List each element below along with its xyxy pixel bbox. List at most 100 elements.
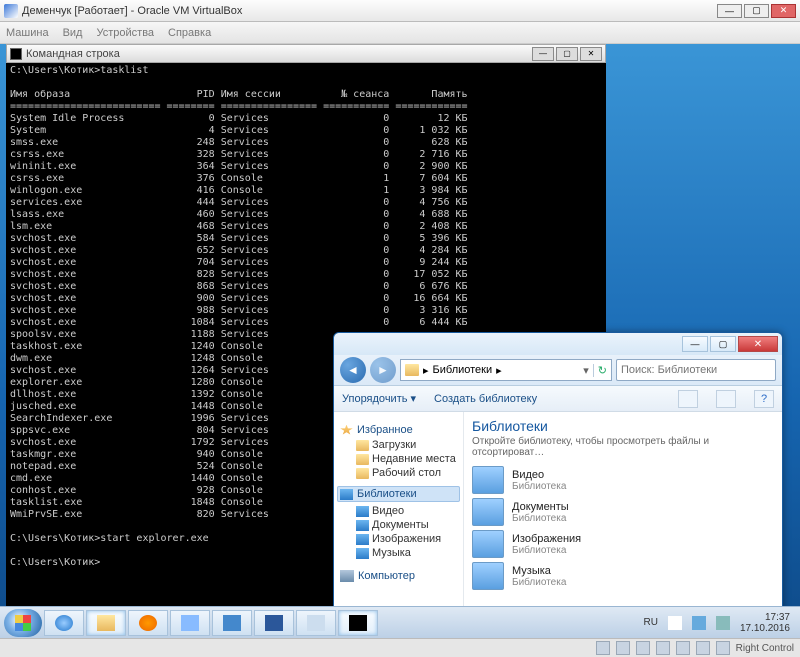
clock-date: 17.10.2016 [740, 623, 790, 634]
word-icon [265, 615, 283, 631]
cmd-minimize-button[interactable]: — [532, 47, 554, 61]
library-item[interactable]: ИзображенияБиблиотека [472, 530, 774, 558]
sidebar-item-video[interactable]: Видео [338, 504, 459, 518]
computer-icon [340, 570, 354, 582]
tray-sound-icon[interactable] [716, 616, 730, 630]
clock-time: 17:37 [740, 612, 790, 623]
breadcrumb-sep: ▸ [496, 364, 502, 377]
vb-menu-view[interactable]: Вид [63, 27, 83, 39]
taskbar-cmd[interactable] [338, 610, 378, 636]
folder-icon [356, 440, 369, 451]
sidebar-item-recent[interactable]: Недавние места [338, 452, 459, 466]
taskbar-explorer[interactable] [86, 610, 126, 636]
explorer-navbar: ◄ ► ▸ Библиотеки ▸ ▾ ↻ [334, 355, 782, 386]
explorer-minimize-button[interactable]: — [682, 336, 708, 352]
sidebar-item-images[interactable]: Изображения [338, 532, 459, 546]
refresh-icon[interactable]: ↻ [593, 364, 607, 377]
explorer-main: Библиотеки Откройте библиотеку, чтобы пр… [464, 412, 782, 616]
taskbar-word[interactable] [254, 610, 294, 636]
cmd-titlebar[interactable]: Командная строка — ▢ ✕ [6, 44, 606, 63]
vb-title: Деменчук [Работает] - Oracle VM VirtualB… [22, 5, 715, 17]
search-input[interactable] [616, 359, 776, 381]
vb-menu-machine[interactable]: Машина [6, 27, 49, 39]
sidebar-computer[interactable]: Компьютер [340, 570, 459, 582]
library-name: Документы [512, 501, 569, 513]
vb-mouse-icon[interactable] [716, 641, 730, 655]
virtualbox-icon [4, 4, 18, 18]
explorer-maximize-button[interactable]: ▢ [710, 336, 736, 352]
create-library-button[interactable]: Создать библиотеку [434, 393, 537, 405]
breadcrumb-sep: ▸ [423, 364, 429, 377]
clock[interactable]: 17:37 17.10.2016 [740, 612, 790, 634]
vb-display-icon[interactable] [696, 641, 710, 655]
ie-icon [55, 615, 73, 631]
sidebar-item-music[interactable]: Музыка [338, 546, 459, 560]
library-icon [472, 498, 504, 526]
help-icon[interactable]: ? [754, 390, 774, 408]
vb-usb-icon[interactable] [656, 641, 670, 655]
library-item[interactable]: ВидеоБиблиотека [472, 466, 774, 494]
taskbar-ie[interactable] [44, 610, 84, 636]
page-title: Библиотеки [472, 418, 774, 434]
taskbar-notepad[interactable] [296, 610, 336, 636]
window-icon [181, 615, 199, 631]
cmd-maximize-button[interactable]: ▢ [556, 47, 578, 61]
sidebar-item-desktop[interactable]: Рабочий стол [338, 466, 459, 480]
folder-icon [356, 454, 369, 465]
page-subtitle: Откройте библиотеку, чтобы просмотреть ф… [472, 436, 774, 458]
organize-button[interactable]: Упорядочить ▾ [342, 392, 416, 405]
explorer-toolbar: Упорядочить ▾ Создать библиотеку ? [334, 386, 782, 412]
sidebar-libraries[interactable]: Библиотеки [337, 486, 460, 502]
library-icon [472, 562, 504, 590]
sidebar-item-documents[interactable]: Документы [338, 518, 459, 532]
images-icon [356, 534, 369, 545]
start-button[interactable] [4, 609, 42, 637]
library-icon [472, 466, 504, 494]
windows-logo-icon [15, 615, 31, 631]
folder-icon [356, 468, 369, 479]
cmd-title-text: Командная строка [26, 48, 530, 60]
sidebar-item-downloads[interactable]: Загрузки [338, 438, 459, 452]
preview-pane-icon[interactable] [716, 390, 736, 408]
vb-shared-icon[interactable] [676, 641, 690, 655]
vb-cd-icon[interactable] [616, 641, 630, 655]
explorer-close-button[interactable]: ✕ [738, 336, 778, 352]
taskbar: RU 17:37 17.10.2016 [0, 606, 800, 638]
tray-network-icon[interactable] [692, 616, 706, 630]
address-bar[interactable]: ▸ Библиотеки ▸ ▾ ↻ [400, 359, 612, 381]
video-icon [356, 506, 369, 517]
dropdown-icon[interactable]: ▾ [583, 364, 589, 377]
forward-button[interactable]: ► [370, 357, 396, 383]
library-item[interactable]: МузыкаБиблиотека [472, 562, 774, 590]
guest-desktop: Командная строка — ▢ ✕ C:\Users\Котик>ta… [0, 44, 800, 638]
tray-flag-icon[interactable] [668, 616, 682, 630]
library-name: Изображения [512, 533, 581, 545]
star-icon [340, 425, 353, 436]
taskbar-app1[interactable] [170, 610, 210, 636]
media-icon [139, 615, 157, 631]
library-item[interactable]: ДокументыБиблиотека [472, 498, 774, 526]
documents-icon [356, 520, 369, 531]
vb-menubar: Машина Вид Устройства Справка [0, 22, 800, 44]
vb-hostkey-text: Right Control [736, 643, 794, 654]
vb-close-button[interactable]: ✕ [771, 4, 796, 18]
library-sub: Библиотека [512, 545, 581, 556]
explorer-titlebar[interactable]: — ▢ ✕ [334, 333, 782, 355]
vb-menu-help[interactable]: Справка [168, 27, 211, 39]
taskbar-app2[interactable] [212, 610, 252, 636]
vb-net-icon[interactable] [636, 641, 650, 655]
library-icon [472, 530, 504, 558]
vb-maximize-button[interactable]: ▢ [744, 4, 769, 18]
view-options-icon[interactable] [678, 390, 698, 408]
vb-minimize-button[interactable]: — [717, 4, 742, 18]
back-button[interactable]: ◄ [340, 357, 366, 383]
notepad-icon [307, 615, 325, 631]
vb-menu-devices[interactable]: Устройства [96, 27, 154, 39]
breadcrumb-text[interactable]: Библиотеки [433, 364, 493, 376]
sidebar-favorites[interactable]: Избранное [340, 424, 459, 436]
system-tray: RU 17:37 17.10.2016 [643, 612, 796, 634]
cmd-close-button[interactable]: ✕ [580, 47, 602, 61]
language-indicator[interactable]: RU [643, 617, 657, 628]
taskbar-mediaplayer[interactable] [128, 610, 168, 636]
vb-hdd-icon[interactable] [596, 641, 610, 655]
